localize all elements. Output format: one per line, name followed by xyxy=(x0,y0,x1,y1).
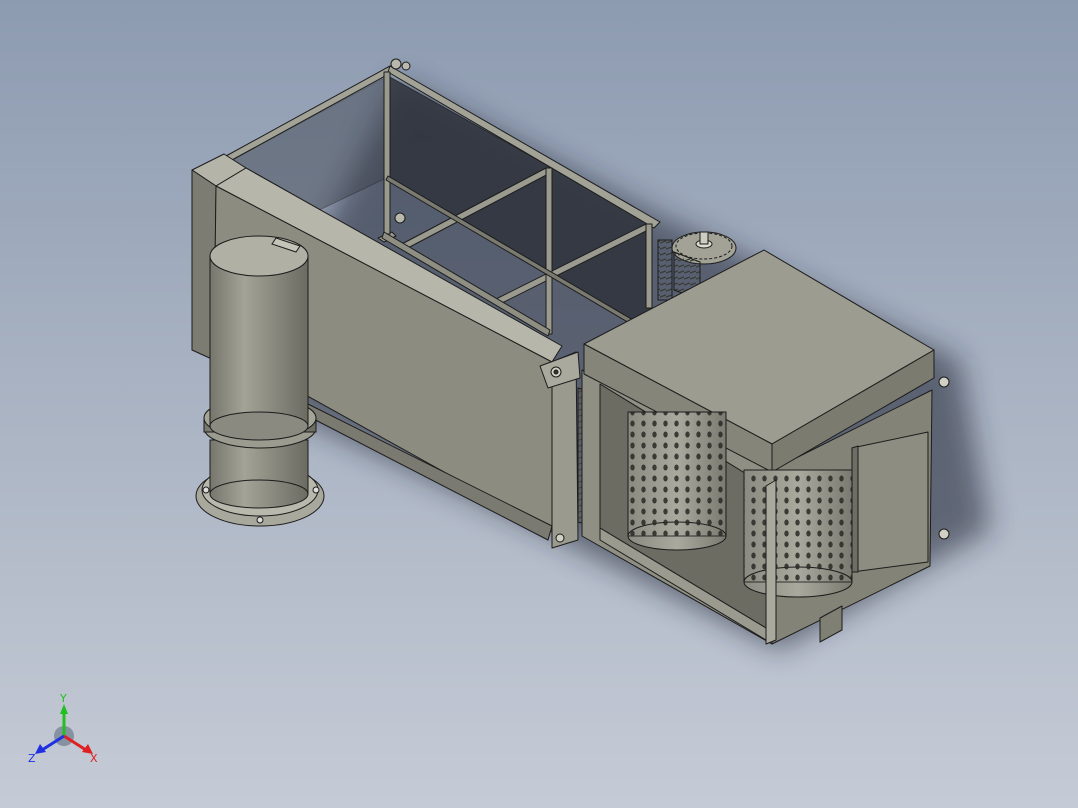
y-axis-arrowhead xyxy=(60,704,68,714)
cad-assembly-model[interactable] xyxy=(0,0,1078,808)
z-axis-label: Z xyxy=(28,752,36,765)
x-axis-label: X xyxy=(90,752,98,765)
y-axis-label: Y xyxy=(59,692,67,705)
view-orientation-triad: Y X Z xyxy=(28,692,98,765)
graphics-viewport[interactable]: Y X Z xyxy=(0,0,1078,808)
outlet-cylinder xyxy=(195,235,325,527)
